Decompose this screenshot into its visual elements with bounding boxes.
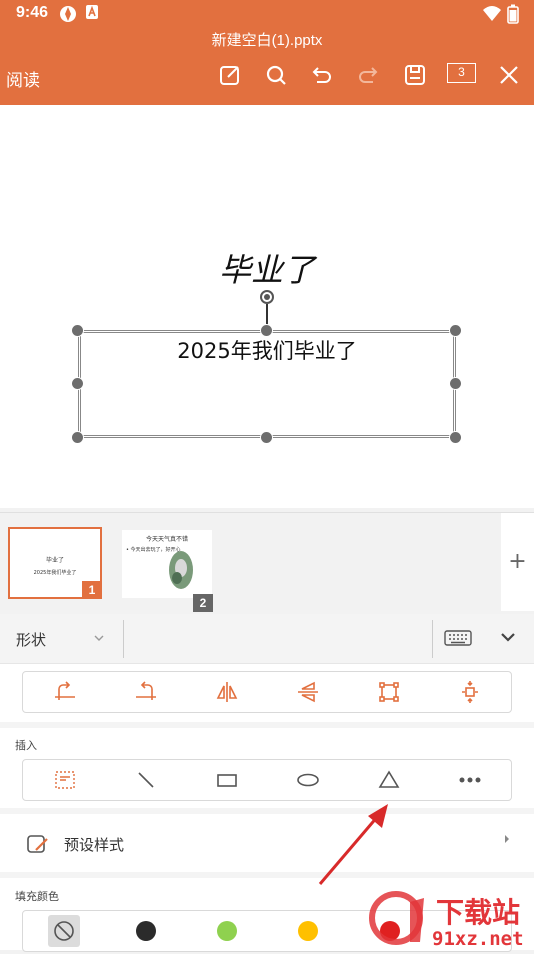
site-watermark: 下载站 91xz.net — [362, 888, 534, 950]
watermark-brand: 下载站 — [436, 896, 520, 929]
annotation-arrow — [318, 804, 388, 885]
watermark-logo: 下载站 91xz.net — [369, 891, 524, 950]
watermark-site: 91xz.net — [432, 928, 524, 950]
